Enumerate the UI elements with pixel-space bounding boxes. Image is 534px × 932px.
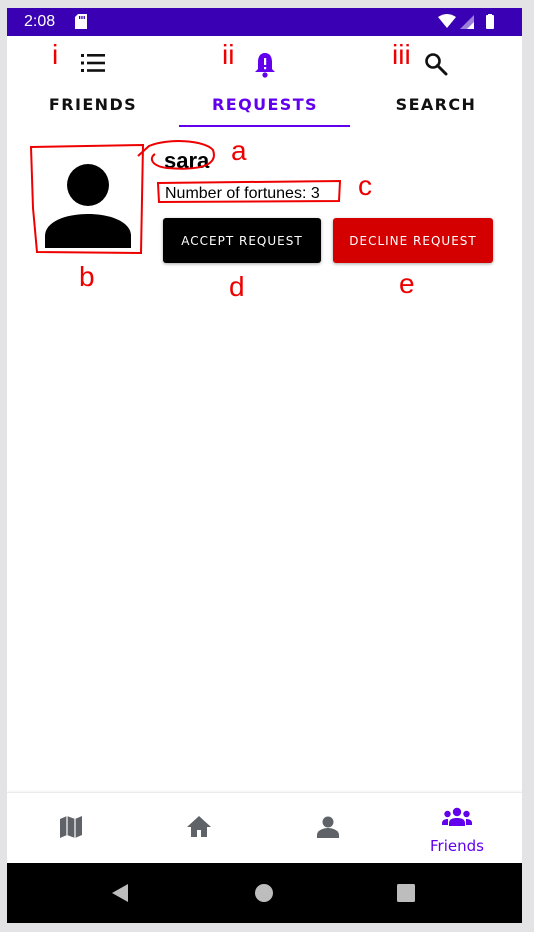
bell-alert-icon: [255, 53, 275, 78]
home-icon: [187, 816, 211, 837]
top-tab-bar: FRIENDS REQUESTS SEARCH: [7, 36, 522, 128]
status-icons: [438, 14, 494, 29]
fortunes-count: Number of fortunes: 3: [165, 185, 320, 202]
nav-item-home[interactable]: [135, 793, 263, 865]
avatar: [45, 164, 131, 248]
wifi-icon: [438, 14, 456, 28]
annotation-b: b: [79, 261, 95, 292]
annotation-a: a: [231, 135, 247, 166]
back-icon[interactable]: [111, 883, 129, 903]
sd-card-icon: [75, 14, 87, 29]
tab-search[interactable]: SEARCH: [350, 36, 522, 128]
nav-item-friends[interactable]: Friends: [393, 793, 521, 865]
annotation-c: c: [358, 170, 372, 201]
status-time: 2:08: [24, 13, 56, 30]
bottom-navigation: Friends: [7, 792, 522, 865]
list-icon: [81, 54, 105, 72]
recents-icon[interactable]: [397, 884, 415, 902]
nav-item-map[interactable]: [7, 793, 135, 865]
requester-name: sara: [164, 148, 210, 173]
tab-friends-label: FRIENDS: [48, 95, 138, 114]
person-icon: [317, 816, 339, 838]
annotation-i: i: [52, 39, 59, 70]
status-bar: 2:08: [7, 8, 522, 36]
phone-screen: 2:08 FRIENDS REQUESTS SEARCH i ii iii sa…: [7, 8, 522, 923]
tab-search-label: SEARCH: [395, 95, 477, 114]
accept-request-button[interactable]: ACCEPT REQUEST: [163, 218, 321, 263]
annotation-e: e: [399, 268, 415, 299]
decline-request-button[interactable]: DECLINE REQUEST: [333, 218, 493, 263]
nav-item-friends-label: Friends: [430, 837, 484, 855]
tab-requests[interactable]: REQUESTS: [179, 36, 351, 128]
tab-active-indicator: [179, 125, 350, 127]
search-icon: [425, 53, 448, 76]
system-navigation-bar: [7, 863, 522, 923]
tab-friends[interactable]: FRIENDS: [7, 36, 179, 128]
annotation-ii: ii: [222, 39, 235, 70]
nav-item-profile[interactable]: [264, 793, 392, 865]
tab-requests-label: REQUESTS: [212, 95, 318, 114]
home-button-icon[interactable]: [254, 883, 274, 903]
group-icon: [442, 807, 472, 826]
annotation-iii: iii: [392, 39, 411, 70]
annotation-d: d: [229, 271, 245, 302]
battery-icon: [486, 15, 494, 29]
map-icon: [60, 816, 82, 838]
